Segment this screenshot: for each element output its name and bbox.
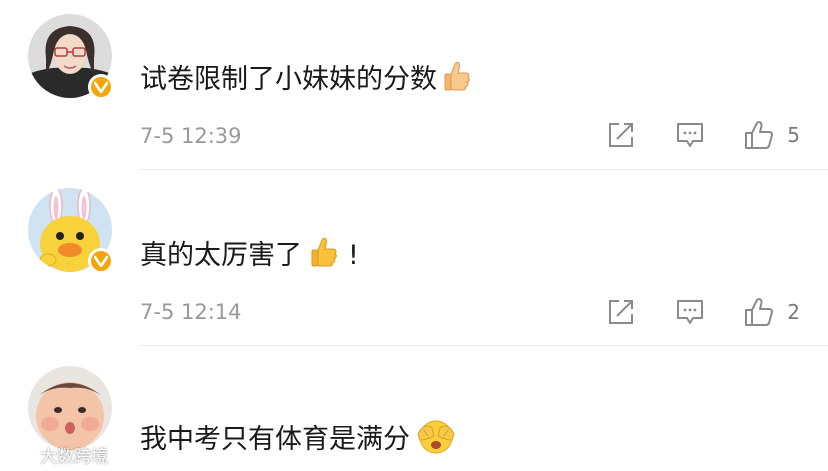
verified-icon xyxy=(88,248,114,274)
thumbs-up-icon xyxy=(308,236,340,276)
comment-actions: 2 xyxy=(607,295,800,329)
share-icon xyxy=(609,300,634,324)
watermark-logo-icon xyxy=(7,446,33,463)
comment-text-body: 我中考只有体育是满分 xyxy=(140,424,410,455)
comment-item: 试卷限制了小妹妹的分数 7-5 12:39 5 xyxy=(0,0,828,170)
verified-icon xyxy=(88,74,114,100)
watermark-text: 大数跨境 xyxy=(40,447,108,467)
comment-text: 试卷限制了小妹妹的分数 xyxy=(140,60,471,100)
comment-time: 7-5 12:39 xyxy=(140,124,242,148)
avatar-wrap xyxy=(28,14,114,100)
comment-time: 7-5 12:14 xyxy=(140,300,242,324)
share-icon xyxy=(609,123,634,147)
like-count: 2 xyxy=(787,300,800,324)
covering-eyes-face-icon xyxy=(416,418,456,462)
comment-item: 真的太厉害了 ! 7-5 12:14 2 xyxy=(0,170,828,346)
comment-icon xyxy=(677,123,704,147)
reply-button[interactable] xyxy=(675,298,705,326)
comment-item: 我中考只有体育是满分 大数跨境 xyxy=(0,346,828,471)
avatar-baby-icon xyxy=(28,366,112,450)
share-button[interactable] xyxy=(607,298,635,326)
comment-text-body: 真的太厉害了 xyxy=(140,240,302,271)
avatar[interactable] xyxy=(28,366,112,450)
like-button[interactable]: 5 xyxy=(743,119,800,151)
watermark: 大数跨境 xyxy=(6,442,108,467)
comment-text-suffix: ! xyxy=(348,240,359,271)
share-button[interactable] xyxy=(607,121,635,149)
like-icon xyxy=(745,121,774,149)
comment-list: 试卷限制了小妹妹的分数 7-5 12:39 5 真的太厉害了 ! 7-5 12:… xyxy=(0,0,828,471)
comment-text: 我中考只有体育是满分 xyxy=(140,418,456,462)
comment-icon xyxy=(677,300,704,324)
like-icon xyxy=(745,298,774,326)
reply-button[interactable] xyxy=(675,121,705,149)
like-count: 5 xyxy=(787,123,800,147)
like-button[interactable]: 2 xyxy=(743,296,800,328)
thumbs-up-icon xyxy=(443,60,471,100)
avatar-wrap xyxy=(28,366,112,450)
comment-text: 真的太厉害了 ! xyxy=(140,236,359,276)
avatar-wrap xyxy=(28,188,114,274)
comment-text-body: 试卷限制了小妹妹的分数 xyxy=(140,64,437,95)
comment-actions: 5 xyxy=(607,118,800,152)
